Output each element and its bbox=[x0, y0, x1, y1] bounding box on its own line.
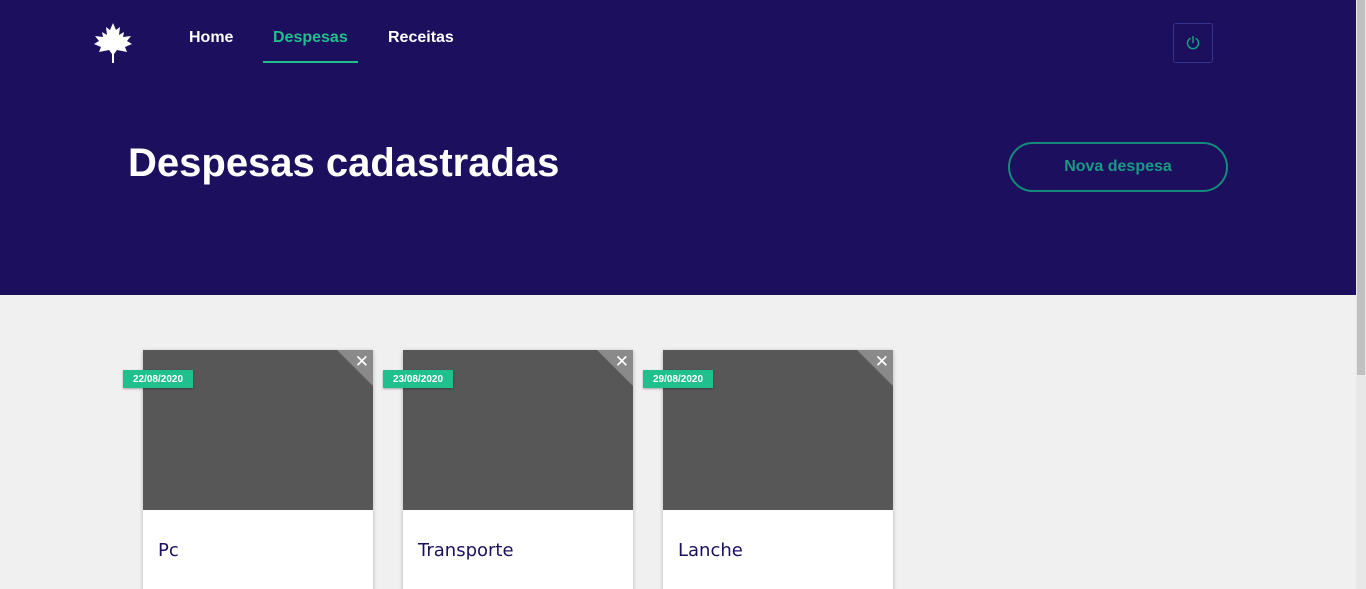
date-badge: 29/08/2020 bbox=[643, 370, 713, 388]
close-icon[interactable]: ✕ bbox=[615, 353, 629, 370]
nav-despesas[interactable]: Despesas bbox=[273, 29, 348, 47]
scrollbar-thumb[interactable] bbox=[1357, 0, 1365, 375]
card-title: Lanche bbox=[678, 540, 743, 561]
page-title: Despesas cadastradas bbox=[128, 141, 560, 185]
close-icon[interactable]: ✕ bbox=[355, 353, 369, 370]
card-title: Pc bbox=[158, 540, 179, 561]
card-title: Transporte bbox=[418, 540, 514, 561]
active-nav-indicator bbox=[263, 61, 358, 63]
expense-card[interactable]: ✕ 29/08/2020 Lanche bbox=[643, 350, 893, 589]
nav-home[interactable]: Home bbox=[189, 29, 233, 47]
scrollbar[interactable] bbox=[1356, 0, 1366, 589]
maple-leaf-icon[interactable] bbox=[93, 22, 133, 64]
power-icon bbox=[1186, 35, 1200, 50]
close-icon[interactable]: ✕ bbox=[875, 353, 889, 370]
date-badge: 23/08/2020 bbox=[383, 370, 453, 388]
expense-card[interactable]: ✕ 23/08/2020 Transporte bbox=[383, 350, 633, 589]
new-expense-button[interactable]: Nova despesa bbox=[1008, 142, 1228, 192]
expense-card[interactable]: ✕ 22/08/2020 Pc bbox=[123, 350, 373, 589]
hero-header: Home Despesas Receitas Despesas cadastra… bbox=[0, 0, 1356, 295]
logout-button[interactable] bbox=[1173, 23, 1213, 63]
nav-receitas[interactable]: Receitas bbox=[388, 29, 454, 47]
date-badge: 22/08/2020 bbox=[123, 370, 193, 388]
